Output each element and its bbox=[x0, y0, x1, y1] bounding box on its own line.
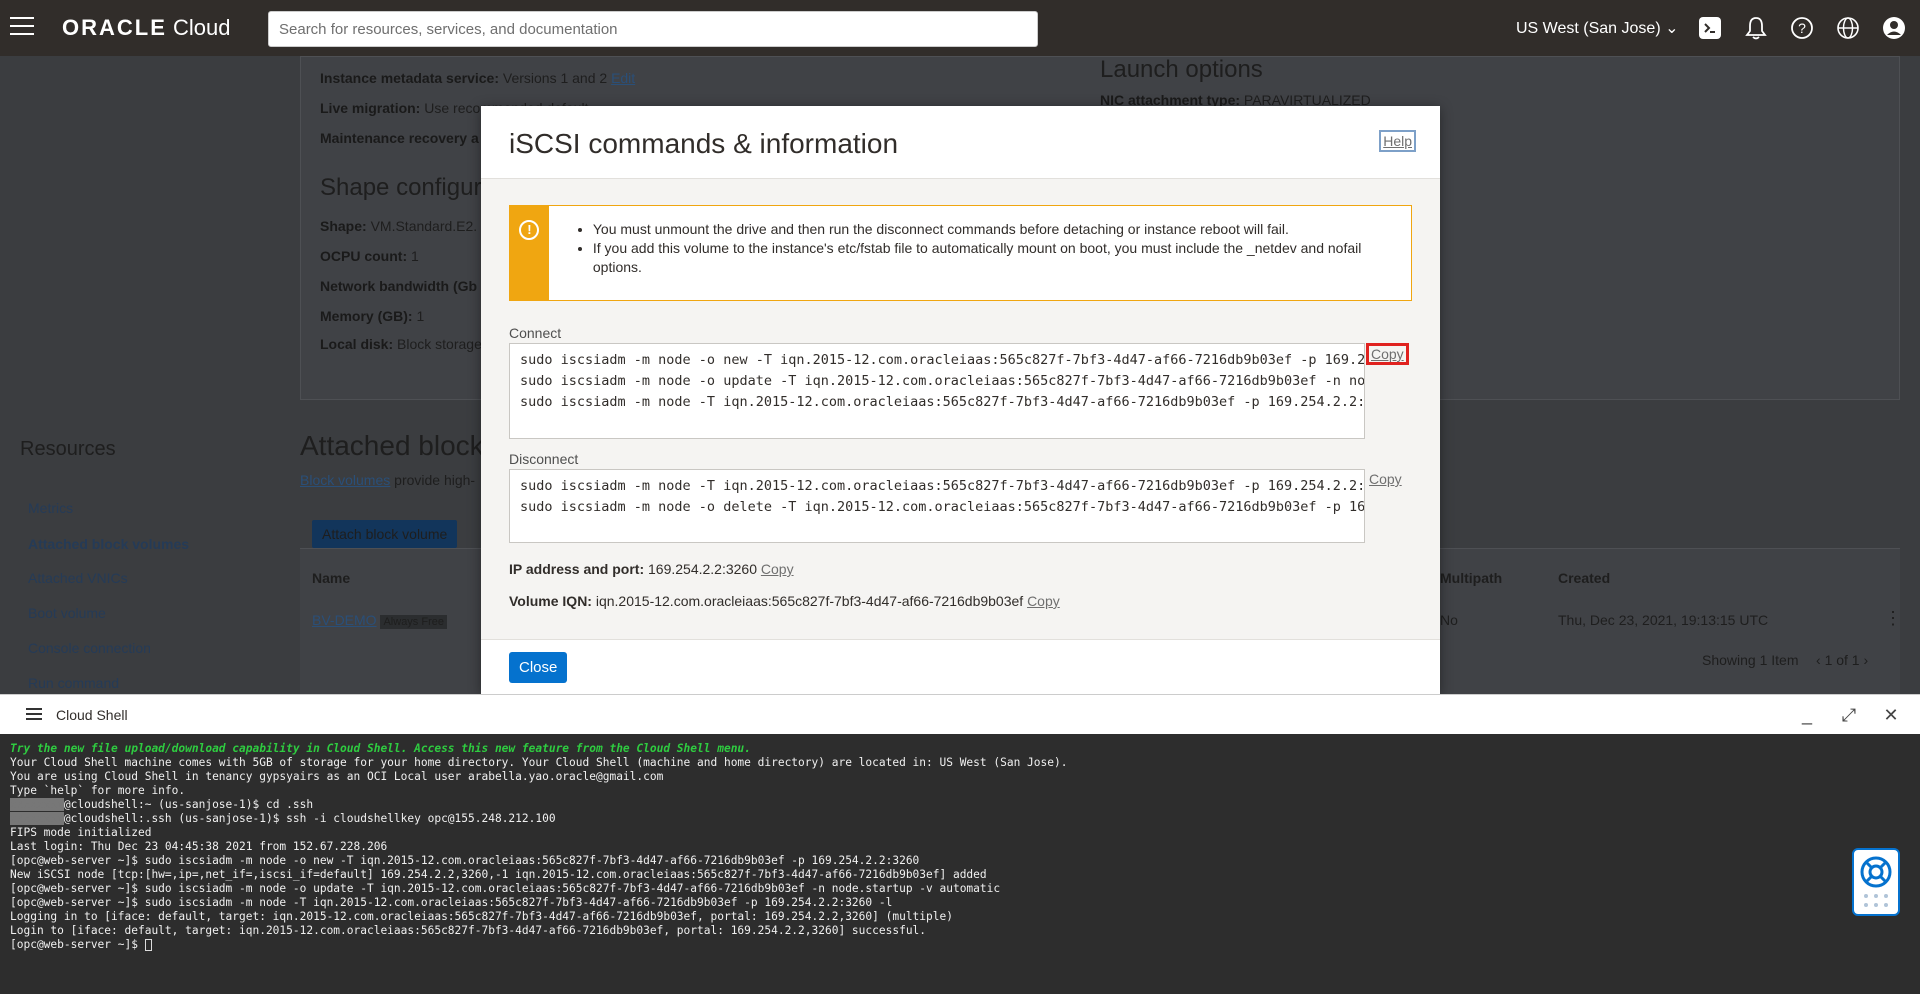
warning-icon: ! bbox=[519, 220, 540, 240]
ip-address-row: IP address and port: 169.254.2.2:3260 Co… bbox=[509, 561, 794, 577]
cloud-shell-bar: Cloud Shell _ ⤢ ✕ bbox=[0, 694, 1920, 734]
cloud-shell-icon[interactable] bbox=[1697, 15, 1723, 41]
shell-menu-icon[interactable] bbox=[26, 708, 42, 723]
col-name-header: Name bbox=[312, 570, 351, 586]
terminal-line: You are using Cloud Shell in tenancy gyp… bbox=[10, 770, 664, 783]
top-navigation-bar: ORACLE Cloud US West (San Jose) ⌄ ? bbox=[0, 0, 1920, 56]
volume-iqn-row: Volume IQN: iqn.2015-12.com.oracleiaas:5… bbox=[509, 593, 1060, 609]
search-input[interactable] bbox=[268, 11, 1038, 47]
terminal-line: New iSCSI node [tcp:[hw=,ip=,net_if=,isc… bbox=[10, 868, 987, 881]
row-actions-icon[interactable]: ⋮ bbox=[1884, 608, 1902, 629]
nav-metrics[interactable]: Metrics bbox=[28, 500, 73, 516]
col-created-header: Created bbox=[1558, 570, 1611, 586]
always-free-badge: Always Free bbox=[380, 615, 447, 629]
col-multipath-header: Multipath bbox=[1440, 570, 1503, 586]
terminal-line: [opc@web-server ~]$ sudo iscsiadm -m nod… bbox=[10, 854, 920, 867]
metadata-service-row: Instance metadata service: Versions 1 an… bbox=[320, 70, 636, 86]
shape-config-title: Shape configur bbox=[320, 174, 482, 201]
resources-title: Resources bbox=[20, 438, 116, 460]
local-disk-row: Local disk: Block storage bbox=[320, 336, 482, 352]
bandwidth-row: Network bandwidth (Gb bbox=[320, 278, 478, 294]
iscsi-commands-dialog: iSCSI commands & information Help ! You … bbox=[481, 106, 1440, 694]
expand-icon[interactable]: ⤢ bbox=[1838, 704, 1860, 726]
maintenance-row: Maintenance recovery a bbox=[320, 130, 479, 146]
warning-list: You must unmount the drive and then run … bbox=[549, 206, 1411, 300]
region-label: US West (San Jose) bbox=[1516, 20, 1661, 37]
nav-console-connection[interactable]: Console connection bbox=[28, 640, 151, 656]
close-icon[interactable]: ✕ bbox=[1880, 704, 1902, 726]
terminal-line: Last login: Thu Dec 23 04:45:38 2021 fro… bbox=[10, 840, 388, 853]
nav-boot-volume[interactable]: Boot volume bbox=[28, 605, 106, 621]
dialog-title: iSCSI commands & information bbox=[509, 128, 899, 159]
globe-icon[interactable] bbox=[1835, 15, 1861, 41]
attached-block-title: Attached block bbox=[300, 430, 484, 461]
profile-icon[interactable] bbox=[1881, 15, 1907, 41]
nav-attached-block-volumes[interactable]: Attached block volumes bbox=[28, 536, 189, 552]
minimize-icon[interactable]: _ bbox=[1796, 704, 1818, 726]
terminal-line: xxxxxxxx@cloudshell:.ssh (us-sanjose-1)$… bbox=[10, 812, 556, 825]
svg-text:?: ? bbox=[1798, 20, 1806, 36]
nav-run-command[interactable]: Run command bbox=[28, 675, 119, 691]
terminal-line: Login to [iface: default, target: iqn.20… bbox=[10, 924, 927, 937]
created-cell: Thu, Dec 23, 2021, 19:13:15 UTC bbox=[1558, 612, 1769, 628]
connect-copy-button[interactable]: Copy bbox=[1366, 343, 1409, 365]
terminal-line: xxxxxxxx@cloudshell:~ (us-sanjose-1)$ cd… bbox=[10, 798, 314, 811]
ip-copy-button[interactable]: Copy bbox=[761, 561, 794, 577]
terminal-tip: Try the new file upload/download capabil… bbox=[10, 742, 751, 755]
disconnect-copy-button[interactable]: Copy bbox=[1369, 471, 1402, 487]
region-selector[interactable]: US West (San Jose) ⌄ bbox=[1516, 18, 1679, 38]
terminal-line: [opc@web-server ~]$ sudo iscsiadm -m nod… bbox=[10, 896, 893, 909]
edit-link[interactable]: Edit bbox=[611, 70, 635, 86]
disconnect-commands-textarea[interactable]: sudo iscsiadm -m node -T iqn.2015-12.com… bbox=[509, 469, 1365, 543]
dialog-footer: Close bbox=[509, 652, 568, 683]
showing-count: Showing 1 Item bbox=[1702, 652, 1799, 668]
memory-row: Memory (GB): 1 bbox=[320, 308, 425, 324]
terminal-line: Type `help` for more info. bbox=[10, 784, 186, 797]
help-link[interactable]: Help bbox=[1379, 130, 1416, 152]
close-button[interactable]: Close bbox=[509, 652, 568, 683]
help-icon[interactable]: ? bbox=[1789, 15, 1815, 41]
block-volumes-link[interactable]: Block volumes bbox=[300, 472, 390, 488]
blurred-username: xxxxxxxx bbox=[10, 798, 64, 811]
shape-row: Shape: VM.Standard.E2. bbox=[320, 218, 478, 234]
lifebuoy-icon bbox=[1860, 856, 1892, 907]
launch-options-title: Launch options bbox=[1100, 56, 1263, 83]
nav-attached-vnics[interactable]: Attached VNICs bbox=[28, 570, 128, 586]
terminal-line: Your Cloud Shell machine comes with 5GB … bbox=[10, 756, 1068, 769]
bell-icon[interactable] bbox=[1743, 15, 1769, 41]
support-widget[interactable] bbox=[1852, 848, 1900, 916]
pager-label: 1 of 1 bbox=[1824, 652, 1860, 668]
terminal-cursor bbox=[144, 939, 152, 951]
multipath-cell: No bbox=[1440, 612, 1458, 628]
pagination[interactable]: ‹ 1 of 1 › bbox=[1816, 652, 1868, 668]
iqn-copy-button[interactable]: Copy bbox=[1027, 593, 1060, 609]
oracle-cloud-logo[interactable]: ORACLE Cloud bbox=[62, 15, 230, 41]
dialog-body: ! You must unmount the drive and then ru… bbox=[481, 178, 1440, 640]
disconnect-label: Disconnect bbox=[509, 451, 579, 467]
attach-block-volume-button[interactable]: Attach block volume bbox=[312, 520, 458, 548]
terminal-line: Logging in to [iface: default, target: i… bbox=[10, 910, 953, 923]
terminal-line: FIPS mode initialized bbox=[10, 826, 152, 839]
terminal-line: [opc@web-server ~]$ bbox=[10, 938, 1910, 952]
menu-icon[interactable] bbox=[10, 17, 34, 39]
warning-item: You must unmount the drive and then run … bbox=[593, 220, 1391, 239]
cloud-shell-terminal[interactable]: Try the new file upload/download capabil… bbox=[0, 734, 1920, 994]
ocpu-row: OCPU count: 1 bbox=[320, 248, 419, 264]
terminal-line: [opc@web-server ~]$ sudo iscsiadm -m nod… bbox=[10, 882, 1001, 895]
chevron-down-icon: ⌄ bbox=[1665, 20, 1679, 37]
block-volumes-desc: Block volumes provide high- bbox=[300, 472, 476, 488]
volume-name-link[interactable]: BV-DEMO bbox=[312, 612, 377, 628]
table-row: BV-DEMO Always Free bbox=[312, 612, 447, 629]
warning-alert: ! You must unmount the drive and then ru… bbox=[509, 205, 1412, 301]
warning-item: If you add this volume to the instance's… bbox=[593, 239, 1391, 277]
cloud-shell-title: Cloud Shell bbox=[56, 707, 128, 723]
warning-bar: ! bbox=[510, 206, 549, 300]
connect-commands-textarea[interactable]: sudo iscsiadm -m node -o new -T iqn.2015… bbox=[509, 343, 1365, 439]
connect-label: Connect bbox=[509, 325, 562, 341]
blurred-username: xxxxxxxx bbox=[10, 812, 64, 825]
